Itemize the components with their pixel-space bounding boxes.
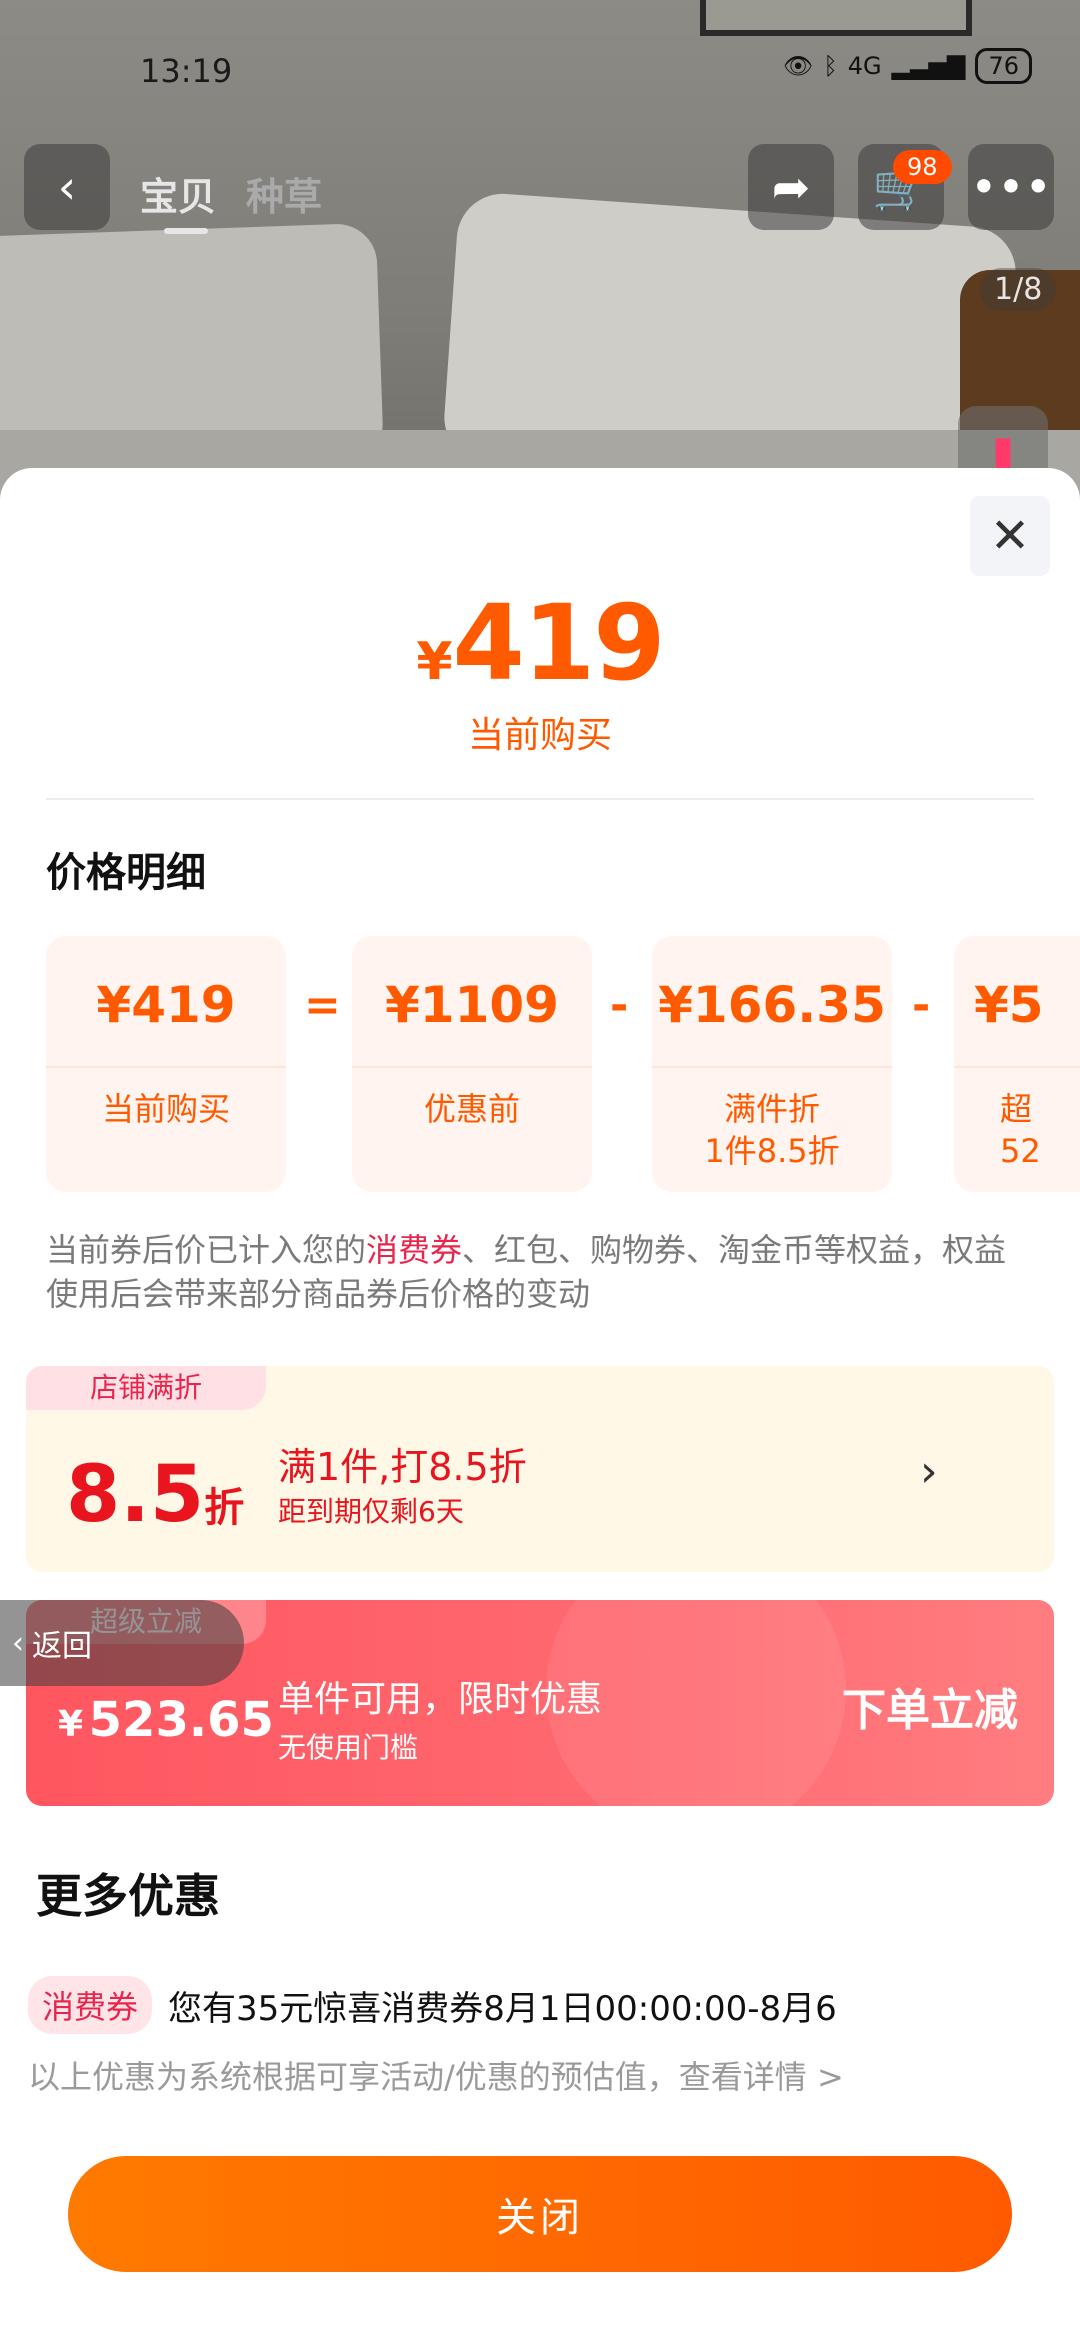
- price-detail-title: 价格明细: [46, 850, 206, 896]
- signal-icon: ▂▃▅▇: [891, 52, 966, 80]
- status-time: 13:19: [140, 52, 233, 90]
- order-discount-button[interactable]: 下单立减: [842, 1674, 1018, 1738]
- price-card-desc: 当前购买: [101, 1090, 230, 1128]
- coupon-text: 您有35元惊喜消费券8月1日00:00:00-8月6: [168, 1988, 837, 2029]
- coupon-tag: 消费券: [28, 1976, 153, 2034]
- coupon-row[interactable]: 消费券 您有35元惊喜消费券8月1日00:00:00-8月6: [28, 1976, 837, 2034]
- status-icons: 👁 ᛒ 4G ▂▃▅▇ 76: [783, 48, 1032, 84]
- battery-icon: 76: [975, 48, 1032, 84]
- share-button[interactable]: ➦: [748, 144, 834, 230]
- cart-badge: 98: [893, 150, 952, 184]
- price-card-desc: 满件折 1件8.5折: [704, 1090, 840, 1170]
- back-label: 返回: [32, 1629, 92, 1664]
- store-discount-expiry: 距到期仅剩6天: [278, 1495, 464, 1528]
- close-button[interactable]: 关闭: [68, 2156, 1012, 2272]
- tab-item[interactable]: 宝贝: [140, 166, 216, 221]
- close-icon: ✕: [989, 508, 1031, 564]
- tab-underline: [164, 228, 208, 234]
- discount-unit: 折: [204, 1485, 245, 1531]
- price-card-desc: 超 52: [1000, 1090, 1041, 1170]
- price-note: 当前券后价已计入您的消费券、红包、购物券、淘金币等权益，权益使用后会带来部分商品…: [46, 1228, 1026, 1316]
- card-separator: [46, 1066, 286, 1068]
- price-card-multi-discount: ¥166.35 满件折 1件8.5折: [652, 936, 892, 1192]
- price-card-desc: 优惠前: [423, 1090, 520, 1128]
- bluetooth-icon: ᛒ: [823, 52, 838, 80]
- note-highlight[interactable]: 消费券: [366, 1231, 462, 1269]
- price-card-amount: ¥5: [974, 976, 1044, 1034]
- more-offers-title: 更多优惠: [36, 1869, 220, 1923]
- tab-grass[interactable]: 种草: [246, 166, 322, 221]
- equals-operator: =: [304, 980, 341, 1031]
- discount-number: 8.5: [66, 1450, 205, 1540]
- price-card-amount: ¥1109: [385, 976, 559, 1034]
- card-separator: [954, 1066, 1080, 1068]
- back-button[interactable]: ‹: [24, 144, 110, 230]
- super-discount-amount: ¥ 523.65: [58, 1692, 274, 1748]
- currency-symbol: ¥: [58, 1704, 84, 1745]
- current-price-value: 419: [452, 582, 666, 704]
- note-prefix: 当前券后价已计入您的: [46, 1231, 367, 1269]
- more-button[interactable]: •••: [968, 144, 1054, 230]
- product-tabs: 宝贝 种草: [140, 166, 322, 221]
- current-price-label: 当前购买: [467, 715, 612, 756]
- eye-icon: 👁: [782, 52, 814, 80]
- image-pager: 1/8: [980, 268, 1057, 311]
- current-price: ¥419: [0, 582, 1080, 704]
- offer-disclaimer-link[interactable]: 以上优惠为系统根据可享活动/优惠的预估值，查看详情 >: [28, 2052, 844, 2098]
- minus-operator: -: [912, 980, 931, 1031]
- chevron-left-icon: ‹: [57, 160, 77, 214]
- price-card-super-discount: ¥5 超 52: [954, 936, 1080, 1192]
- price-card-amount: ¥166.35: [658, 976, 886, 1034]
- wall-frame: [700, 0, 972, 36]
- minus-operator: -: [610, 980, 629, 1031]
- store-discount-tag: 店铺满折: [26, 1366, 266, 1410]
- price-breakdown: ¥419 当前购买 = ¥1109 优惠前 - ¥166.35 满件折 1件8.…: [46, 936, 1080, 1192]
- price-card-current: ¥419 当前购买: [46, 936, 286, 1192]
- close-sheet-button[interactable]: ✕: [970, 496, 1050, 576]
- network-label: 4G: [847, 52, 882, 80]
- price-card-original: ¥1109 优惠前: [352, 936, 592, 1192]
- battery-level: 76: [988, 52, 1019, 80]
- share-icon: ➦: [771, 160, 811, 214]
- card-separator: [652, 1066, 892, 1068]
- more-icon: •••: [970, 160, 1052, 214]
- super-discount-value: 523.65: [88, 1692, 274, 1748]
- card-separator: [352, 1066, 592, 1068]
- price-card-amount: ¥419: [96, 976, 236, 1034]
- store-discount-rule: 满1件,打8.5折: [278, 1445, 527, 1489]
- super-discount-threshold: 无使用门槛: [278, 1731, 419, 1764]
- currency-symbol: ¥: [416, 632, 453, 692]
- status-bar: 13:19 👁 ᛒ 4G ▂▃▅▇ 76: [0, 48, 1080, 90]
- floating-back-button[interactable]: ‹ 返回: [0, 1600, 244, 1686]
- chevron-left-icon: ‹: [12, 1625, 24, 1661]
- store-discount-value: 8.5折: [66, 1450, 244, 1540]
- chevron-right-icon[interactable]: ›: [920, 1446, 938, 1497]
- super-discount-rule: 单件可用，限时优惠: [278, 1679, 603, 1720]
- divider: [46, 798, 1034, 800]
